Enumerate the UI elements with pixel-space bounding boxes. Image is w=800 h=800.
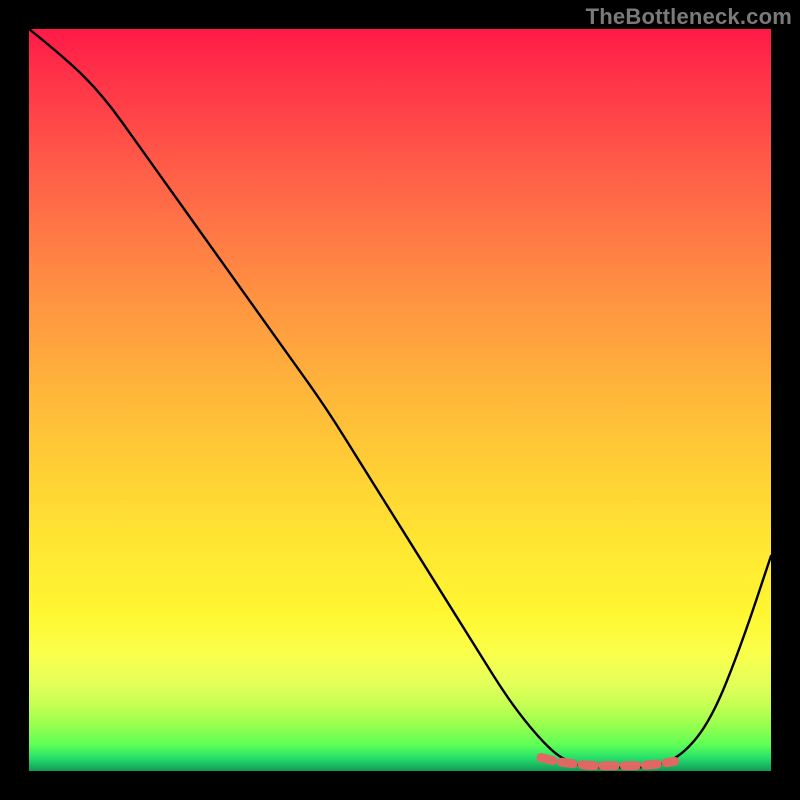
attribution-label: TheBottleneck.com <box>586 4 792 30</box>
main-curve <box>29 29 771 767</box>
curve-layer <box>29 29 771 771</box>
plot-area <box>29 29 771 771</box>
chart-frame: TheBottleneck.com <box>0 0 800 800</box>
marker-curve <box>541 758 675 766</box>
